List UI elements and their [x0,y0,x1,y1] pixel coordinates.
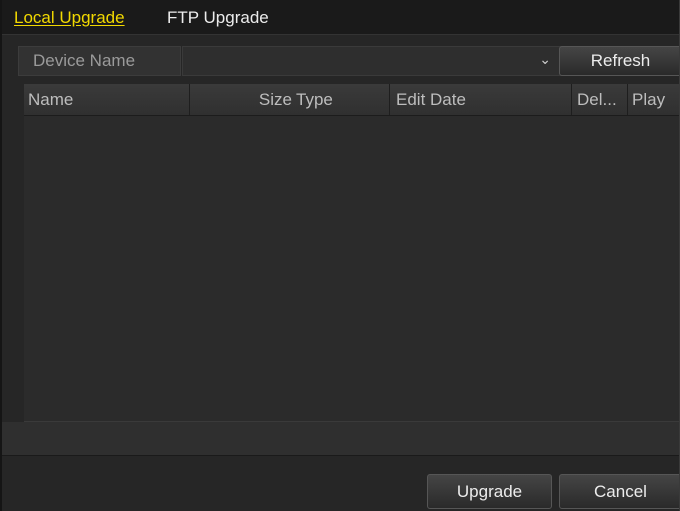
column-header-edit-date[interactable]: Edit Date [390,84,572,115]
chevron-down-icon: ⌄ [539,51,551,67]
table-body [24,116,679,421]
upgrade-button[interactable]: Upgrade [427,474,552,509]
column-header-play[interactable]: Play [628,84,679,115]
column-header-name[interactable]: Name [24,84,190,115]
file-table: Name Size Type Edit Date Del... Play [24,84,679,422]
device-name-label: Device Name [18,46,181,76]
tab-ftp-upgrade[interactable]: FTP Upgrade [167,8,269,28]
column-header-delete[interactable]: Del... [572,84,628,115]
refresh-button[interactable]: Refresh [559,46,679,76]
column-header-size[interactable]: Size [190,84,294,115]
tab-local-upgrade[interactable]: Local Upgrade [14,8,125,28]
device-row: Device Name ⌄ Refresh [18,46,679,76]
upgrade-dialog: Local Upgrade FTP Upgrade Device Name ⌄ … [0,0,680,511]
column-header-type[interactable]: Type [294,84,390,115]
table-header: Name Size Type Edit Date Del... Play [24,84,679,116]
status-bar [2,422,679,456]
device-name-select[interactable]: ⌄ [182,46,562,76]
tab-bar: Local Upgrade FTP Upgrade [2,0,679,35]
cancel-button[interactable]: Cancel [559,474,679,509]
